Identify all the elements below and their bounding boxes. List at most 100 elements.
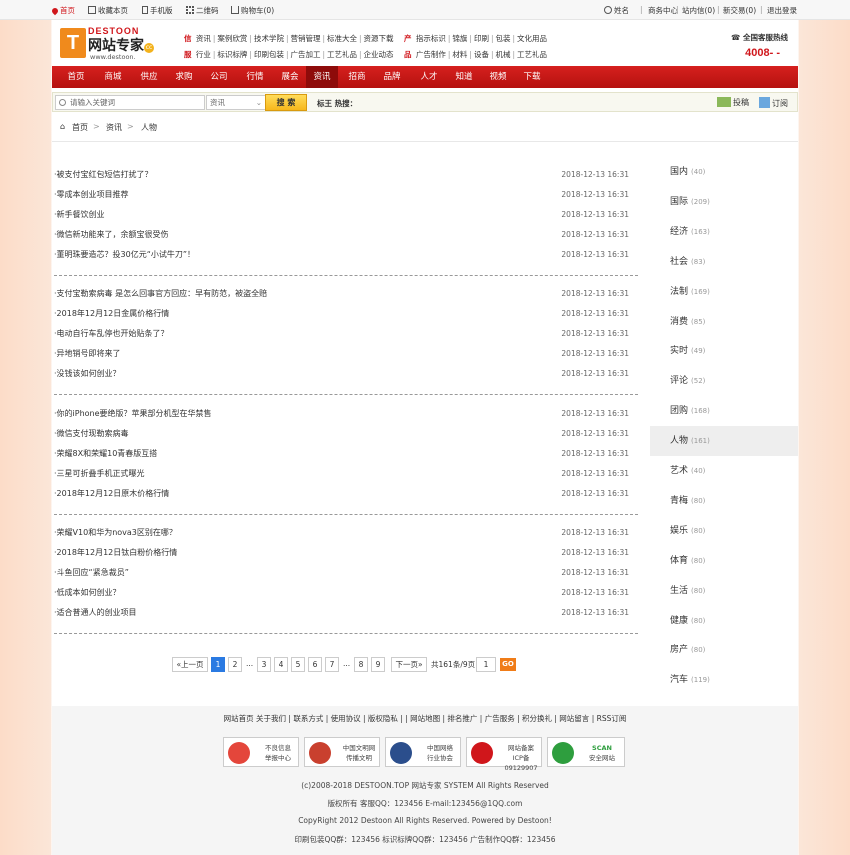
article-title[interactable]: 三星可折叠手机正式曝光 xyxy=(57,469,145,478)
header-link[interactable]: 工艺礼品 xyxy=(517,50,547,59)
nav-item[interactable]: 招商 xyxy=(340,66,374,88)
nav-item[interactable]: 商城 xyxy=(96,66,130,88)
qrcode-link[interactable]: 二维码 xyxy=(186,5,219,16)
article-row[interactable]: ·你的iPhone要绝版？苹果部分机型在华禁售 2018-12-13 16:31 xyxy=(54,404,632,424)
category-item[interactable]: 健康 (80) xyxy=(650,606,798,636)
nav-item[interactable]: 展会 xyxy=(274,66,306,88)
article-title[interactable]: 斗鱼回应“紧急裁员” xyxy=(57,568,129,577)
article-row[interactable]: ·电动自行车乱停也开始贴条了？ 2018-12-13 16:31 xyxy=(54,324,632,344)
article-title[interactable]: 荣耀8X和荣耀10青春版互搭 xyxy=(57,449,158,458)
footer-links[interactable]: 网站首页 关于我们 | 联系方式 | 使用协议 | 版权隐私 | | 网站地图 … xyxy=(52,713,798,724)
logout-link[interactable]: 退出登录 xyxy=(767,5,797,16)
category-item[interactable]: 青梅 (80) xyxy=(650,486,798,516)
header-link[interactable]: 文化用品 xyxy=(517,34,547,43)
footer-badge[interactable]: SCAN 安全网站 xyxy=(547,737,625,767)
footer-badge[interactable]: 中国网络 行业协会 xyxy=(385,737,461,767)
nav-item[interactable]: 下载 xyxy=(516,66,548,88)
search-button[interactable]: 搜 索 xyxy=(265,94,307,111)
category-item[interactable]: 国内 (40) xyxy=(650,157,798,187)
header-link[interactable]: 技术学院 xyxy=(254,34,284,43)
nav-item[interactable]: 人才 xyxy=(412,66,446,88)
article-title[interactable]: 微信新功能来了，余额宝很受伤 xyxy=(57,230,169,239)
nav-item[interactable]: 供应 xyxy=(132,66,166,88)
favorite-link[interactable]: 收藏本页 xyxy=(88,5,128,16)
header-link[interactable]: 资源下载 xyxy=(364,34,394,43)
article-title[interactable]: 支付宝勒索病毒 是怎么回事官方回应：早有防范，被盗全赔 xyxy=(57,289,268,298)
article-row[interactable]: ·2018年12月12日金属价格行情 2018-12-13 16:31 xyxy=(54,304,632,324)
article-row[interactable]: ·董明珠要造芯？投30亿元“小试牛刀”！ 2018-12-13 16:31 xyxy=(54,245,632,265)
page-number[interactable]: 5 xyxy=(291,657,305,672)
article-row[interactable]: ·没钱该如何创业？ 2018-12-13 16:31 xyxy=(54,364,632,384)
article-row[interactable]: ·2018年12月12日钛白粉价格行情 2018-12-13 16:31 xyxy=(54,543,632,563)
article-row[interactable]: ·适合普通人的创业项目 2018-12-13 16:31 xyxy=(54,603,632,623)
mobile-link[interactable]: 手机版 xyxy=(142,5,173,16)
article-row[interactable]: ·支付宝勒索病毒 是怎么回事官方回应：早有防范，被盗全赔 2018-12-13 1… xyxy=(54,284,632,304)
article-title[interactable]: 2018年12月12日原木价格行情 xyxy=(57,489,170,498)
article-title[interactable]: 荣耀V10和华为nova3区别在哪？ xyxy=(57,528,177,537)
article-row[interactable]: ·荣耀V10和华为nova3区别在哪？ 2018-12-13 16:31 xyxy=(54,523,632,543)
article-title[interactable]: 零成本创业项目推荐 xyxy=(57,190,129,199)
nav-item[interactable]: 知道 xyxy=(448,66,480,88)
header-link[interactable]: 印刷包装 xyxy=(254,50,284,59)
header-link[interactable]: 标准大全 xyxy=(327,34,357,43)
home-link[interactable]: 首页 xyxy=(50,5,75,16)
footer-badge[interactable]: 中国文明网 传播文明 xyxy=(304,737,380,767)
header-link[interactable]: 广告加工 xyxy=(290,50,320,59)
article-title[interactable]: 你的iPhone要绝版？苹果部分机型在华禁售 xyxy=(57,409,212,418)
site-logo[interactable]: T DESTOON 网站专家 www.destoon. cc xyxy=(60,26,154,62)
article-row[interactable]: ·被支付宝红包短信打扰了？ 2018-12-13 16:31 xyxy=(54,165,632,185)
category-item[interactable]: 艺术 (40) xyxy=(650,456,798,486)
category-item[interactable]: 生活 (80) xyxy=(650,576,798,606)
header-link[interactable]: 材料 xyxy=(452,50,467,59)
user-link[interactable]: 姓名 xyxy=(604,5,629,16)
article-row[interactable]: ·异地销号即将来了 2018-12-13 16:31 xyxy=(54,344,632,364)
article-title[interactable]: 异地销号即将来了 xyxy=(57,349,121,358)
header-link[interactable]: 设备 xyxy=(474,50,489,59)
prev-page-button[interactable]: «上一页 xyxy=(172,657,208,672)
article-title[interactable]: 新手餐饮创业 xyxy=(57,210,105,219)
header-link[interactable]: 案例欣赏 xyxy=(217,34,247,43)
footer-badge[interactable]: 网站备案 ICP备09129907 xyxy=(466,737,542,772)
article-row[interactable]: ·微信新功能来了，余额宝很受伤 2018-12-13 16:31 xyxy=(54,225,632,245)
header-link[interactable]: 资讯 xyxy=(196,34,211,43)
header-link[interactable]: 印刷 xyxy=(474,34,489,43)
search-input[interactable]: 请输入关键词 xyxy=(55,95,205,110)
article-title[interactable]: 被支付宝红包短信打扰了？ xyxy=(57,170,153,179)
nav-item[interactable]: 首页 xyxy=(58,66,94,88)
article-row[interactable]: ·2018年12月12日原木价格行情 2018-12-13 16:31 xyxy=(54,484,632,504)
article-title[interactable]: 低成本如何创业？ xyxy=(57,588,121,597)
header-link[interactable]: 标识标牌 xyxy=(217,50,247,59)
breadcrumb-news[interactable]: 资讯 xyxy=(106,122,122,133)
rss-link[interactable]: 订阅 xyxy=(759,97,788,109)
nav-item[interactable]: 求购 xyxy=(168,66,200,88)
nav-item[interactable]: 品牌 xyxy=(374,66,410,88)
category-item[interactable]: 法制 (169) xyxy=(650,277,798,307)
category-item[interactable]: 评论 (52) xyxy=(650,366,798,396)
page-go-button[interactable]: GO xyxy=(500,658,516,671)
breadcrumb-people[interactable]: 人物 xyxy=(141,122,157,133)
article-title[interactable]: 没钱该如何创业？ xyxy=(57,369,121,378)
page-number[interactable]: 6 xyxy=(308,657,322,672)
trade-link[interactable]: 新交易(0) xyxy=(723,5,756,16)
next-page-button[interactable]: 下一页» xyxy=(391,657,427,672)
page-number[interactable]: 1 xyxy=(211,657,225,672)
category-item[interactable]: 汽车 (119) xyxy=(650,665,798,695)
article-title[interactable]: 微信支付现勒索病毒 xyxy=(57,429,129,438)
category-item[interactable]: 国际 (209) xyxy=(650,187,798,217)
article-row[interactable]: ·低成本如何创业？ 2018-12-13 16:31 xyxy=(54,583,632,603)
article-row[interactable]: ·三星可折叠手机正式曝光 2018-12-13 16:31 xyxy=(54,464,632,484)
category-item[interactable]: 房产 (80) xyxy=(650,635,798,665)
nav-item[interactable]: 公司 xyxy=(202,66,236,88)
page-jump-input[interactable]: 1 xyxy=(476,657,496,672)
page-number[interactable]: 7 xyxy=(325,657,339,672)
header-link[interactable]: 机械 xyxy=(495,50,510,59)
article-title[interactable]: 董明珠要造芯？投30亿元“小试牛刀”！ xyxy=(57,250,195,259)
article-title[interactable]: 2018年12月12日钛白粉价格行情 xyxy=(57,548,178,557)
page-number[interactable]: 2 xyxy=(228,657,242,672)
category-item[interactable]: 团购 (168) xyxy=(650,396,798,426)
article-row[interactable]: ·荣耀8X和荣耀10青春版互搭 2018-12-13 16:31 xyxy=(54,444,632,464)
category-item[interactable]: 娱乐 (80) xyxy=(650,516,798,546)
nav-item[interactable]: 行情 xyxy=(238,66,272,88)
category-item[interactable]: 实时 (49) xyxy=(650,336,798,366)
header-link[interactable]: 企业动态 xyxy=(364,50,394,59)
